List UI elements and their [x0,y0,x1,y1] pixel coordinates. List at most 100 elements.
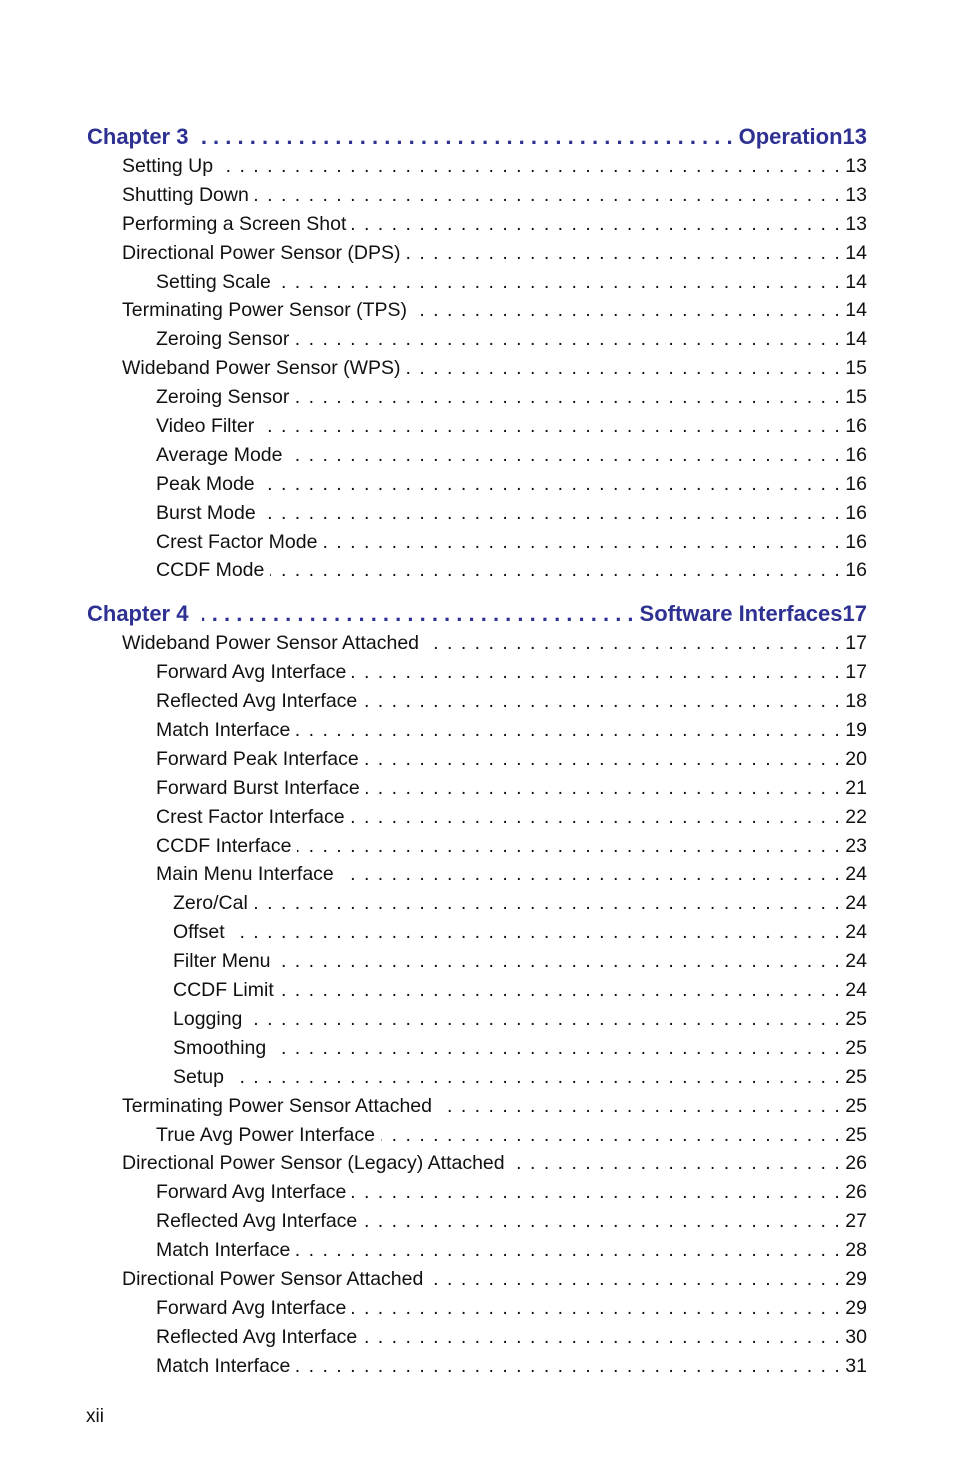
entry-title: Shutting Down [122,183,249,206]
dot-leader [296,716,841,745]
dot-leader [413,296,841,325]
toc-entry[interactable]: Terminating Power Sensor (TPS) 14 [87,296,867,325]
toc-entry[interactable]: Directional Power Sensor (DPS) 14 [87,239,867,268]
entry-title: Forward Peak Interface [156,747,359,770]
entry-title: Match Interface [156,719,291,742]
entry-page-number: 14 [845,241,867,264]
toc-entry[interactable]: Peak Mode 16 [87,470,867,499]
toc-chapter-heading[interactable]: Chapter 4 Software Interfaces17 [87,599,867,629]
entry-title: CCDF Limit [173,979,274,1002]
toc-entry[interactable]: Reflected Avg Interface 18 [87,687,867,716]
toc-entry[interactable]: Performing a Screen Shot 13 [87,210,867,239]
toc-entry[interactable]: Main Menu Interface 24 [87,860,867,889]
entry-title: Average Mode [156,443,283,466]
toc-entry[interactable]: Video Filter 16 [87,412,867,441]
toc-entry[interactable]: Offset 24 [87,918,867,947]
dot-leader [352,658,841,687]
toc-entry[interactable]: Logging 25 [87,1005,867,1034]
entry-page-number: 31 [845,1354,867,1377]
dot-leader [261,470,842,499]
entry-title: Wideband Power Sensor Attached [122,632,420,655]
toc-entry[interactable]: Smoothing 25 [87,1034,867,1063]
dot-leader [295,325,841,354]
toc-entry[interactable]: Match Interface 28 [87,1236,867,1265]
toc-entry[interactable]: Directional Power Sensor Attached 29 [87,1265,867,1294]
dot-leader [381,1121,841,1150]
dot-leader [340,860,842,889]
entry-page-number: 25 [845,1036,867,1059]
toc-entry[interactable]: Reflected Avg Interface 27 [87,1207,867,1236]
dot-leader [363,687,841,716]
dot-leader [352,1294,841,1323]
entry-page-number: 24 [845,979,867,1002]
dot-leader [323,528,841,557]
toc-entry[interactable]: Zeroing Sensor 15 [87,383,867,412]
entry-title: Peak Mode [156,472,255,495]
entry-title: Terminating Power Sensor (TPS) [122,299,408,322]
toc-entry[interactable]: Setting Up 13 [87,152,867,181]
toc-entry[interactable]: Forward Avg Interface 17 [87,658,867,687]
entry-title: Match Interface [156,1354,291,1377]
toc-entry[interactable]: Wideband Power Sensor Attached 17 [87,629,867,658]
entry-title: Video Filter [156,415,255,438]
toc-entry[interactable]: Terminating Power Sensor Attached 25 [87,1092,867,1121]
toc-entry[interactable]: CCDF Limit 24 [87,976,867,1005]
toc-entry[interactable]: CCDF Interface 23 [87,832,867,861]
entry-title: Wideband Power Sensor (WPS) [122,357,401,380]
toc-entry[interactable]: Match Interface 31 [87,1352,867,1381]
toc-entry[interactable]: Forward Avg Interface 26 [87,1178,867,1207]
toc-entry[interactable]: Crest Factor Interface 22 [87,803,867,832]
toc-entry[interactable]: Reflected Avg Interface 30 [87,1323,867,1352]
toc-entry[interactable]: Shutting Down 13 [87,181,867,210]
entry-page-number: 19 [845,719,867,742]
entry-page-number: 24 [845,863,867,886]
toc-entry[interactable]: Setup 25 [87,1063,867,1092]
dot-leader [231,918,842,947]
chapter-page-number: 13 [842,124,867,149]
entry-page-number: 17 [845,661,867,684]
dot-leader [262,499,842,528]
entry-page-number: 16 [845,530,867,553]
toc-entry[interactable]: Wideband Power Sensor (WPS) 15 [87,354,867,383]
entry-page-number: 14 [845,328,867,351]
toc-entry[interactable]: Forward Burst Interface 21 [87,774,867,803]
toc-entry[interactable]: Forward Avg Interface 29 [87,1294,867,1323]
toc-entry[interactable]: CCDF Mode 16 [87,556,867,585]
dot-leader [363,1207,841,1236]
dot-leader [202,122,732,152]
toc-entry[interactable]: Match Interface 19 [87,716,867,745]
entry-page-number: 22 [845,805,867,828]
dot-leader [260,412,841,441]
entry-title: CCDF Interface [156,834,292,857]
dot-leader [248,1005,841,1034]
entry-title: Reflected Avg Interface [156,690,358,713]
toc-entry[interactable]: Burst Mode 16 [87,499,867,528]
toc-entry[interactable]: Zero/Cal 24 [87,889,867,918]
dot-leader [352,1178,841,1207]
toc-entry[interactable]: Directional Power Sensor (Legacy) Attach… [87,1149,867,1178]
entry-title: Offset [173,921,225,944]
entry-title: Terminating Power Sensor Attached [122,1094,433,1117]
entry-title: Setting Up [122,155,214,177]
toc-entry[interactable]: Zeroing Sensor 14 [87,325,867,354]
entry-title: Crest Factor Interface [156,805,345,828]
dot-leader [272,1034,841,1063]
toc-entry[interactable]: Crest Factor Mode 16 [87,528,867,557]
toc-entry[interactable]: Setting Scale 14 [87,268,867,297]
chapter-label: Chapter 4 [87,601,189,627]
dot-leader [202,599,633,629]
dot-leader [219,152,841,181]
toc-entry[interactable]: Forward Peak Interface 20 [87,745,867,774]
toc-entry[interactable]: Filter Menu 24 [87,947,867,976]
toc-entry[interactable]: Average Mode 16 [87,441,867,470]
entry-page-number: 16 [845,415,867,438]
entry-page-number: 24 [845,950,867,973]
document-page: Chapter 3Operation13 Setting Up 13 Shutting… [0,0,954,1475]
entry-page-number: 18 [845,690,867,713]
toc-chapter-heading[interactable]: Chapter 3 Operation13 [87,122,867,152]
entry-page-number: 13 [845,155,867,177]
entry-page-number: 14 [845,299,867,322]
table-of-contents: Chapter 3Operation13 Setting Up 13 Shutting… [87,122,867,1381]
toc-entry[interactable]: True Avg Power Interface 25 [87,1121,867,1150]
entry-page-number: 15 [845,386,867,409]
